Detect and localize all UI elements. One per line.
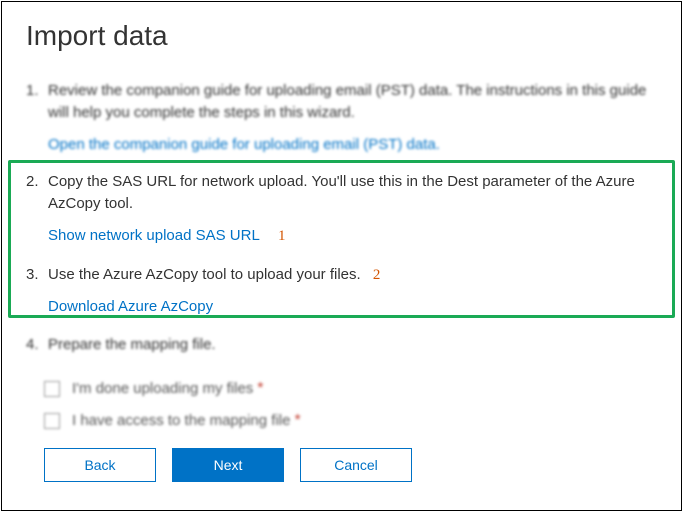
next-button[interactable]: Next xyxy=(172,448,284,482)
step-2-text: Copy the SAS URL for network upload. You… xyxy=(48,171,657,215)
required-asterisk: * xyxy=(294,412,300,430)
step-4: Prepare the mapping file. xyxy=(26,334,657,356)
step-1: Review the companion guide for uploading… xyxy=(26,80,657,155)
steps-list: Review the companion guide for uploading… xyxy=(26,80,657,356)
checkbox-icon xyxy=(44,413,60,429)
step-1-link[interactable]: Open the companion guide for uploading e… xyxy=(48,134,440,156)
download-azcopy-link[interactable]: Download Azure AzCopy xyxy=(48,296,213,318)
required-asterisk: * xyxy=(257,380,263,398)
step-2: Copy the SAS URL for network upload. You… xyxy=(26,171,657,247)
step-3: Use the Azure AzCopy tool to upload your… xyxy=(26,264,657,319)
checkbox-done-uploading-label: I'm done uploading my files xyxy=(72,380,253,397)
step-4-text: Prepare the mapping file. xyxy=(48,334,657,356)
checkbox-mapping-access[interactable]: I have access to the mapping file * xyxy=(44,412,657,430)
page-title: Import data xyxy=(26,20,657,52)
annotation-1: 1 xyxy=(278,228,286,244)
back-button[interactable]: Back xyxy=(44,448,156,482)
dialog-frame: Import data Review the companion guide f… xyxy=(1,1,682,511)
checkbox-group: I'm done uploading my files * I have acc… xyxy=(44,380,657,430)
checkbox-done-uploading[interactable]: I'm done uploading my files * xyxy=(44,380,657,398)
checkbox-icon xyxy=(44,381,60,397)
step-1-text: Review the companion guide for uploading… xyxy=(48,80,657,124)
button-row: Back Next Cancel xyxy=(44,448,657,482)
checkbox-mapping-access-label: I have access to the mapping file xyxy=(72,412,290,429)
cancel-button[interactable]: Cancel xyxy=(300,448,412,482)
show-sas-url-link[interactable]: Show network upload SAS URL xyxy=(48,225,260,247)
annotation-2: 2 xyxy=(373,267,381,283)
step-3-text: Use the Azure AzCopy tool to upload your… xyxy=(48,266,361,283)
dialog-content: Import data Review the companion guide f… xyxy=(2,2,681,482)
